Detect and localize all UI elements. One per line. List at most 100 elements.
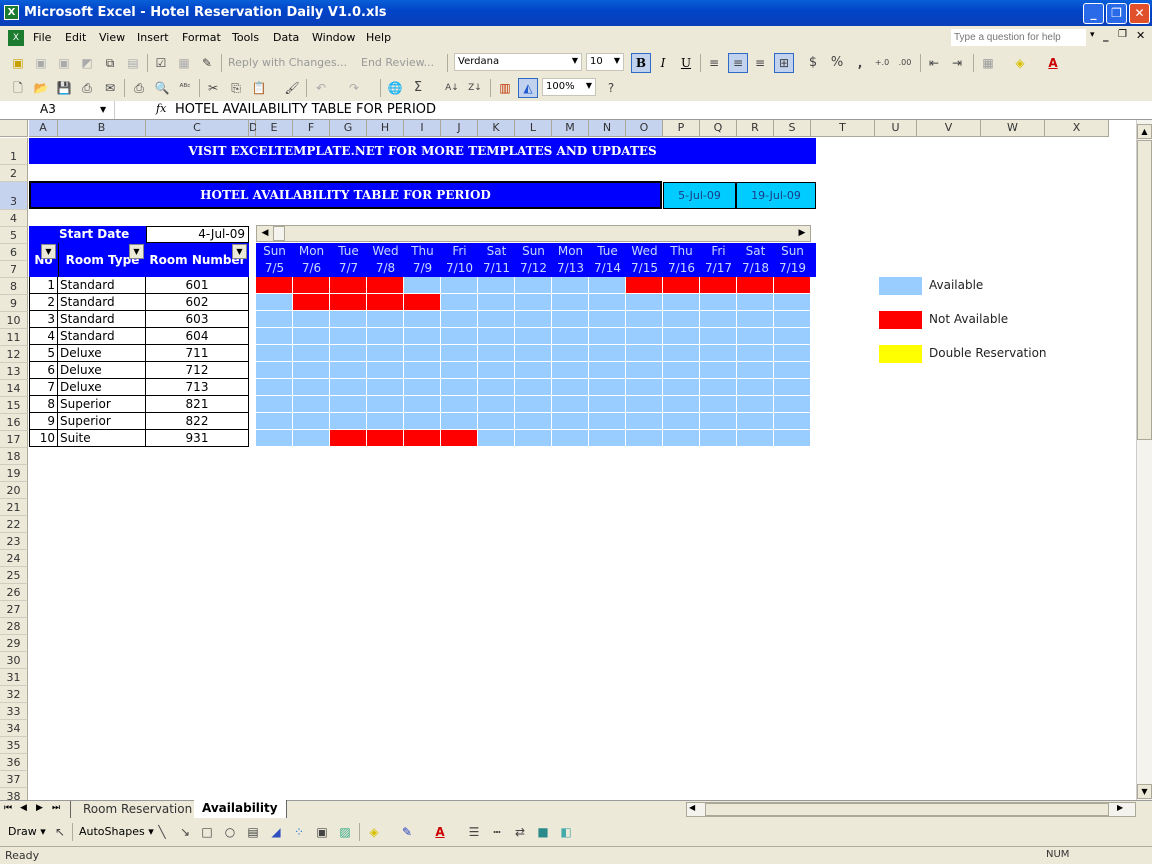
room-type-cell[interactable]: Suite xyxy=(58,430,146,447)
period-end-cell[interactable]: 19-Jul-09 xyxy=(736,182,816,209)
available-cell[interactable] xyxy=(256,294,293,311)
period-start-cell[interactable]: 5-Jul-09 xyxy=(663,182,736,209)
help-search-input[interactable] xyxy=(951,29,1086,46)
horizontal-scrollbar[interactable]: ◀ ▶ xyxy=(686,802,1136,817)
room-no-cell[interactable]: 2 xyxy=(29,294,58,311)
available-cell[interactable] xyxy=(737,379,774,396)
rectangle-icon[interactable]: □ xyxy=(199,824,215,840)
column-header[interactable]: R xyxy=(737,120,774,137)
available-cell[interactable] xyxy=(478,430,515,447)
available-cell[interactable] xyxy=(626,379,663,396)
workbook-minimize-button[interactable]: _ xyxy=(1103,29,1109,42)
insert-function-icon[interactable]: fx xyxy=(156,102,166,115)
column-header[interactable]: S xyxy=(774,120,811,137)
available-cell[interactable] xyxy=(441,379,478,396)
help-icon[interactable]: ? xyxy=(603,80,619,96)
available-cell[interactable] xyxy=(256,396,293,413)
select-objects-icon[interactable]: ↖ xyxy=(52,824,68,840)
font-color-icon[interactable]: A xyxy=(1045,55,1061,71)
available-cell[interactable] xyxy=(774,311,811,328)
available-cell[interactable] xyxy=(367,379,404,396)
autosum-icon[interactable]: Σ xyxy=(410,80,426,96)
banner-cell[interactable]: VISIT EXCELTEMPLATE.NET FOR MORE TEMPLAT… xyxy=(29,138,816,164)
row-header[interactable]: 28 xyxy=(0,618,28,635)
row-header[interactable]: 9 xyxy=(0,295,28,312)
textbox-icon[interactable]: ▤ xyxy=(245,824,261,840)
tab-availability[interactable]: Availability xyxy=(194,800,287,818)
available-cell[interactable] xyxy=(367,311,404,328)
workbook-close-button[interactable]: ✕ xyxy=(1136,29,1145,42)
available-cell[interactable] xyxy=(552,430,589,447)
drawing-icon[interactable]: ◭ xyxy=(518,78,538,98)
available-cell[interactable] xyxy=(663,413,700,430)
save-icon[interactable]: 💾 xyxy=(56,80,72,96)
start-date-input[interactable]: 4-Jul-09 xyxy=(146,226,249,243)
restore-button[interactable]: ❐ xyxy=(1106,3,1127,24)
available-cell[interactable] xyxy=(626,413,663,430)
column-header[interactable]: O xyxy=(626,120,663,137)
room-no-cell[interactable]: 6 xyxy=(29,362,58,379)
available-cell[interactable] xyxy=(367,362,404,379)
column-header[interactable]: I xyxy=(404,120,441,137)
not-available-cell[interactable] xyxy=(330,294,367,311)
percent-button[interactable]: % xyxy=(829,55,845,71)
available-cell[interactable] xyxy=(293,430,330,447)
new-folder-icon[interactable]: ▣ xyxy=(10,55,26,71)
available-cell[interactable] xyxy=(737,396,774,413)
row-header[interactable]: 15 xyxy=(0,397,28,414)
menu-help[interactable]: Help xyxy=(366,31,391,44)
not-available-cell[interactable] xyxy=(663,277,700,294)
available-cell[interactable] xyxy=(293,379,330,396)
font-size-select[interactable]: 10 ▼ xyxy=(586,53,624,71)
close-button[interactable]: ✕ xyxy=(1129,3,1150,24)
room-number-cell[interactable]: 603 xyxy=(146,311,249,328)
available-cell[interactable] xyxy=(663,430,700,447)
available-cell[interactable] xyxy=(589,345,626,362)
available-cell[interactable] xyxy=(330,328,367,345)
vertical-scroll-thumb[interactable] xyxy=(1137,140,1152,440)
column-header[interactable]: P xyxy=(663,120,700,137)
available-cell[interactable] xyxy=(256,362,293,379)
row-header[interactable]: 4 xyxy=(0,210,28,227)
available-cell[interactable] xyxy=(774,379,811,396)
available-cell[interactable] xyxy=(515,294,552,311)
room-number-cell[interactable]: 711 xyxy=(146,345,249,362)
available-cell[interactable] xyxy=(441,413,478,430)
not-available-cell[interactable] xyxy=(367,430,404,447)
row-header[interactable]: 14 xyxy=(0,380,28,397)
available-cell[interactable] xyxy=(626,311,663,328)
borders-icon[interactable]: ▦ xyxy=(980,55,996,71)
line-style-icon[interactable]: ☰ xyxy=(466,824,482,840)
available-cell[interactable] xyxy=(737,294,774,311)
available-cell[interactable] xyxy=(700,328,737,345)
column-header[interactable]: N xyxy=(589,120,626,137)
available-cell[interactable] xyxy=(700,430,737,447)
row-header[interactable]: 6 xyxy=(0,244,28,261)
minimize-button[interactable]: _ xyxy=(1083,3,1104,24)
available-cell[interactable] xyxy=(404,379,441,396)
available-cell[interactable] xyxy=(774,396,811,413)
row-header[interactable]: 16 xyxy=(0,414,28,431)
column-header[interactable]: M xyxy=(552,120,589,137)
room-number-cell[interactable]: 822 xyxy=(146,413,249,430)
available-cell[interactable] xyxy=(256,311,293,328)
available-cell[interactable] xyxy=(589,379,626,396)
folder-icon[interactable]: ▣ xyxy=(56,55,72,71)
available-cell[interactable] xyxy=(774,413,811,430)
track-changes-icon[interactable]: ▦ xyxy=(176,55,192,71)
diagram-icon[interactable]: ⁘ xyxy=(291,824,307,840)
available-cell[interactable] xyxy=(367,328,404,345)
row-header[interactable]: 19 xyxy=(0,465,28,482)
row-header[interactable]: 33 xyxy=(0,703,28,720)
clipart-icon[interactable]: ▣ xyxy=(314,824,330,840)
available-cell[interactable] xyxy=(626,396,663,413)
fill-color-draw-icon[interactable]: ◈ xyxy=(366,824,382,840)
not-available-cell[interactable] xyxy=(404,430,441,447)
available-cell[interactable] xyxy=(515,311,552,328)
scroll-left-arrow-icon[interactable]: ◀ xyxy=(258,227,272,240)
decrease-decimal-icon[interactable]: .00 xyxy=(897,55,913,71)
row-header[interactable]: 13 xyxy=(0,363,28,380)
column-header[interactable]: Q xyxy=(700,120,737,137)
room-number-cell[interactable]: 601 xyxy=(146,277,249,294)
open-folder-icon[interactable]: ▣ xyxy=(33,55,49,71)
